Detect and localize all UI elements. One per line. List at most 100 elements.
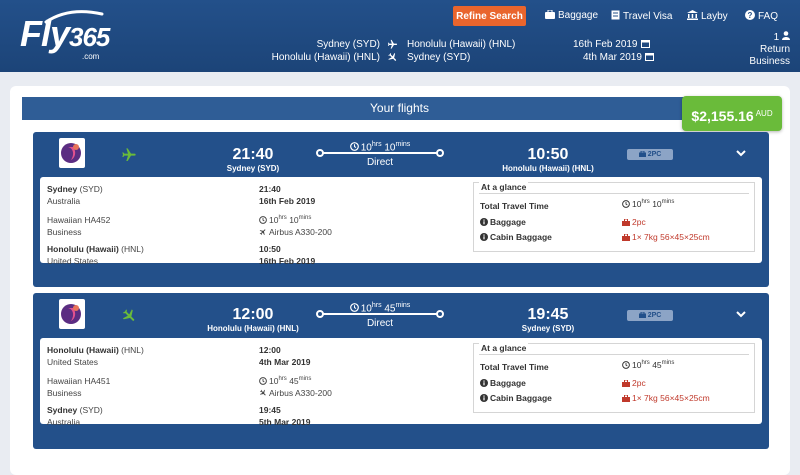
baggage-value: 2pc [622,217,646,227]
arr-time-detail: 19:45 [259,405,281,415]
hrs-unit: hrs [641,360,650,367]
nav-label: FAQ [758,11,779,22]
chevron-down-icon[interactable] [735,148,747,158]
nav-travel-visa[interactable]: Travel Visa [611,10,672,22]
duration-minutes: 45 [289,375,299,386]
duration-detail: 10hrs 45mins [259,374,311,386]
departure-block: 21:40 Sydney (SYD) [203,146,303,174]
nav-baggage[interactable]: Baggage [545,9,598,21]
origin-name: Honolulu (Hawaii) [47,345,119,355]
nav-layby[interactable]: Layby [687,10,728,22]
origin-name: Sydney [47,184,78,194]
departure-place: Honolulu (Hawaii) (HNL) [207,324,299,333]
total-price-badge[interactable]: $2,155.16 AUD [682,96,782,131]
arr-date-detail: 16th Feb 2019 [259,256,315,266]
destination-name: Sydney [47,405,78,415]
arr-time-detail: 10:50 [259,244,281,254]
clock-icon [349,303,359,313]
suitcase-icon [622,394,630,402]
destination-code: (SYD) [79,405,103,415]
destination-airport: Honolulu (Hawaii) (HNL) [47,244,144,254]
dep-date-detail: 4th Mar 2019 [259,357,311,367]
svg-text:?: ? [748,11,753,20]
dep-date-text: 4th Mar 2019 [259,357,311,367]
glance-divider [479,354,749,355]
route-line [316,310,444,318]
arr-time-text: 19:45 [259,405,281,415]
at-a-glance-box: At a glance Total Travel Time 10hrs 10mi… [473,182,755,252]
refine-search-button[interactable]: Refine Search [453,6,526,26]
your-flights-bar: Your flights [22,97,777,120]
price-amount: $2,155.16 [691,108,754,124]
cabin-class: Business [749,56,790,67]
info-circle-icon [480,394,488,402]
clock-icon [622,200,630,208]
destination-country: Australia [47,417,81,427]
destination-country: United States [47,256,99,266]
clock-icon [259,376,267,385]
logo-swoosh-icon [44,10,104,24]
origin-country: Australia [47,196,81,206]
at-a-glance-box: At a glance Total Travel Time 10hrs 45mi… [473,343,755,413]
flight-leg-outbound: 21:40 Sydney (SYD) 10hrs 10mins Direct 1… [33,132,769,287]
dep-time-detail: 12:00 [259,345,281,355]
aircraft-text: Airbus A330-200 [269,227,332,237]
duration-minutes: 45 [652,360,662,370]
trip2-destination: Sydney (SYD) [407,52,471,63]
departure-time: 12:00 [232,306,274,323]
top-header: Fly365 .com Refine Search Baggage Travel… [0,0,800,72]
cabin-baggage-value-text: 1× 7kg 56×45×25cm [632,232,710,242]
chevron-down-icon[interactable] [735,309,747,319]
trip-date-text: 4th Mar 2019 [583,52,642,63]
total-travel-time-value: 10hrs 10mins [622,199,674,209]
baggage-label: Baggage [480,217,526,227]
duration-minutes: 10 [652,199,662,209]
trip-type: Return [759,44,790,55]
suitcase-icon [638,311,646,318]
dep-time-text: 21:40 [259,184,281,194]
baggage-label-text: Baggage [490,378,526,388]
hawaiian-airlines-logo-icon [61,143,81,163]
leg-header[interactable]: 21:40 Sydney (SYD) 10hrs 10mins Direct 1… [33,132,769,177]
suitcase-icon [622,218,630,226]
dep-time-text: 12:00 [259,345,281,355]
baggage-pill-text: 2PC [647,312,662,319]
logo-subtext: .com [82,52,100,61]
route-dot-start [316,149,324,157]
passenger-summary[interactable]: 1 Return Business [730,31,790,68]
baggage-pill-text: 2PC [647,151,662,158]
mins-unit: mins [661,360,675,367]
airline-flight-number: Hawaiian HA452 [47,215,111,225]
leg-details: Honolulu (Hawaii) (HNL) United States Ha… [40,338,762,427]
aircraft-text: Airbus A330-200 [269,388,332,398]
arrival-time: 19:45 [527,306,569,323]
route-dot-end [436,310,444,318]
aircraft-detail: Airbus A330-200 [259,388,332,398]
destination-name: Honolulu (Hawaii) [47,244,119,254]
nav-faq[interactable]: ? FAQ [745,10,778,22]
plane-icon [259,389,266,396]
mins-unit: mins [395,141,411,148]
clock-icon [349,142,359,152]
cabin-baggage-value: 1× 7kg 56×45×25cm [622,232,710,242]
origin-code: (HNL) [121,345,144,355]
route-dot-end [436,149,444,157]
trip2-date: 4th Mar 2019 [583,52,654,63]
origin-airport: Sydney (SYD) [47,184,103,194]
question-circle-icon: ? [745,10,755,20]
hrs-unit: hrs [641,199,650,206]
arrival-place: Honolulu (Hawaii) (HNL) [502,164,594,173]
price-currency: AUD [755,109,773,118]
baggage-pill: 2PC [627,310,673,321]
trip1-date: 16th Feb 2019 [573,39,650,50]
clock-icon [622,361,630,369]
stops-label: Direct [366,157,394,168]
total-travel-time-label: Total Travel Time [480,362,549,372]
flight-leg-return: 12:00 Honolulu (Hawaii) (HNL) 10hrs 45mi… [33,293,769,449]
cabin-baggage-label: Cabin Baggage [480,232,552,242]
stops-label: Direct [366,318,394,329]
leg-header[interactable]: 12:00 Honolulu (Hawaii) (HNL) 10hrs 45mi… [33,293,769,338]
departure-place: Sydney (SYD) [226,164,280,173]
mins-unit: mins [395,302,411,309]
suitcase-icon [545,9,555,19]
